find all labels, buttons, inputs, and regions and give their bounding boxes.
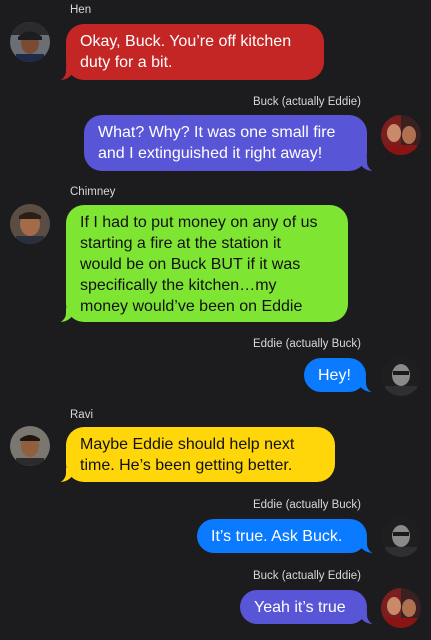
message-bubble[interactable]: Maybe Eddie should help next time. He’s … — [54, 427, 335, 483]
ravi-avatar[interactable] — [10, 426, 50, 466]
message-bubble[interactable]: Hey! — [304, 358, 378, 393]
message-bubble[interactable]: What? Why? It was one small fire and I e… — [84, 115, 379, 172]
message-bubble[interactable]: Yeah it’s true — [240, 590, 379, 625]
chimney-avatar[interactable] — [10, 204, 50, 244]
message-bubble[interactable]: It’s true. Ask Buck. — [197, 519, 379, 554]
eddie-avatar[interactable] — [381, 356, 421, 396]
message-bubble[interactable]: Okay, Buck. You’re off kitchen duty for … — [54, 24, 324, 81]
sender-name: Buck (actually Eddie) — [252, 570, 361, 582]
message-bubble[interactable]: If I had to put money on any of us start… — [54, 205, 348, 323]
eddie-avatar[interactable] — [381, 517, 421, 557]
buck-avatar[interactable] — [381, 588, 421, 628]
sender-name: Eddie (actually Buck) — [252, 338, 361, 350]
sender-name: Chimney — [70, 186, 116, 198]
sender-name: Hen — [70, 4, 92, 16]
hen-avatar[interactable] — [10, 22, 50, 62]
sender-name: Ravi — [70, 409, 94, 421]
buck-avatar[interactable] — [381, 115, 421, 155]
sender-name: Buck (actually Eddie) — [252, 96, 361, 108]
sender-name: Eddie (actually Buck) — [252, 499, 361, 511]
